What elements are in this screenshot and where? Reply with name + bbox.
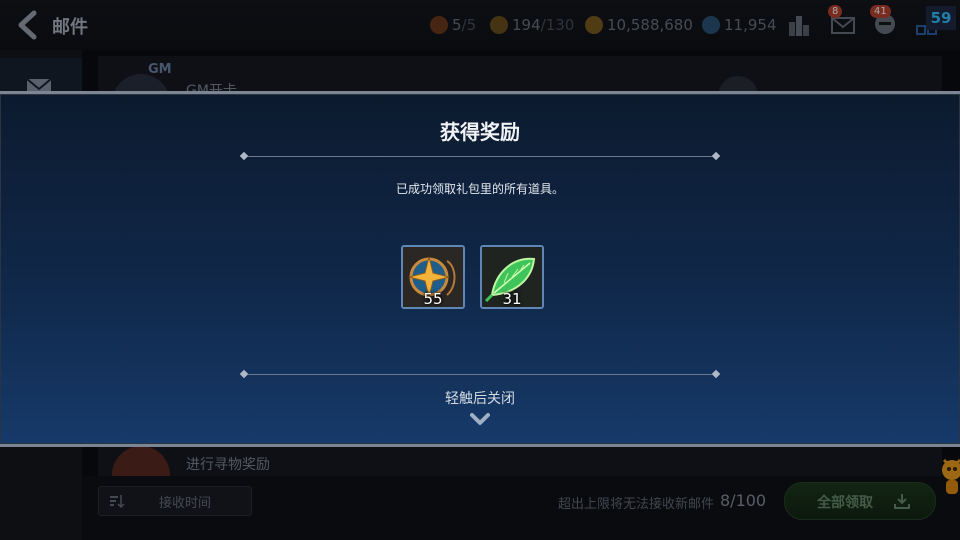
divider-ornament-icon — [711, 369, 721, 379]
tap-to-close-hint[interactable]: 轻触后关闭 — [0, 388, 960, 408]
reward-message: 已成功领取礼包里的所有道具。 — [395, 182, 564, 196]
reward-item[interactable]: 55 — [401, 245, 465, 309]
bottom-divider — [239, 369, 721, 379]
chevron-down-icon[interactable] — [470, 412, 490, 426]
divider-ornament-icon — [239, 151, 249, 161]
title-divider — [239, 151, 721, 161]
reward-modal[interactable]: 获得奖励 已成功领取礼包里的所有道具。 55 31 轻触后关闭 — [0, 91, 960, 447]
divider-ornament-icon — [711, 151, 721, 161]
reward-item[interactable]: 31 — [480, 245, 544, 309]
modal-title: 获得奖励 — [440, 120, 520, 144]
item-quantity: 31 — [502, 290, 522, 308]
item-quantity: 55 — [423, 290, 443, 308]
divider-ornament-icon — [239, 369, 249, 379]
